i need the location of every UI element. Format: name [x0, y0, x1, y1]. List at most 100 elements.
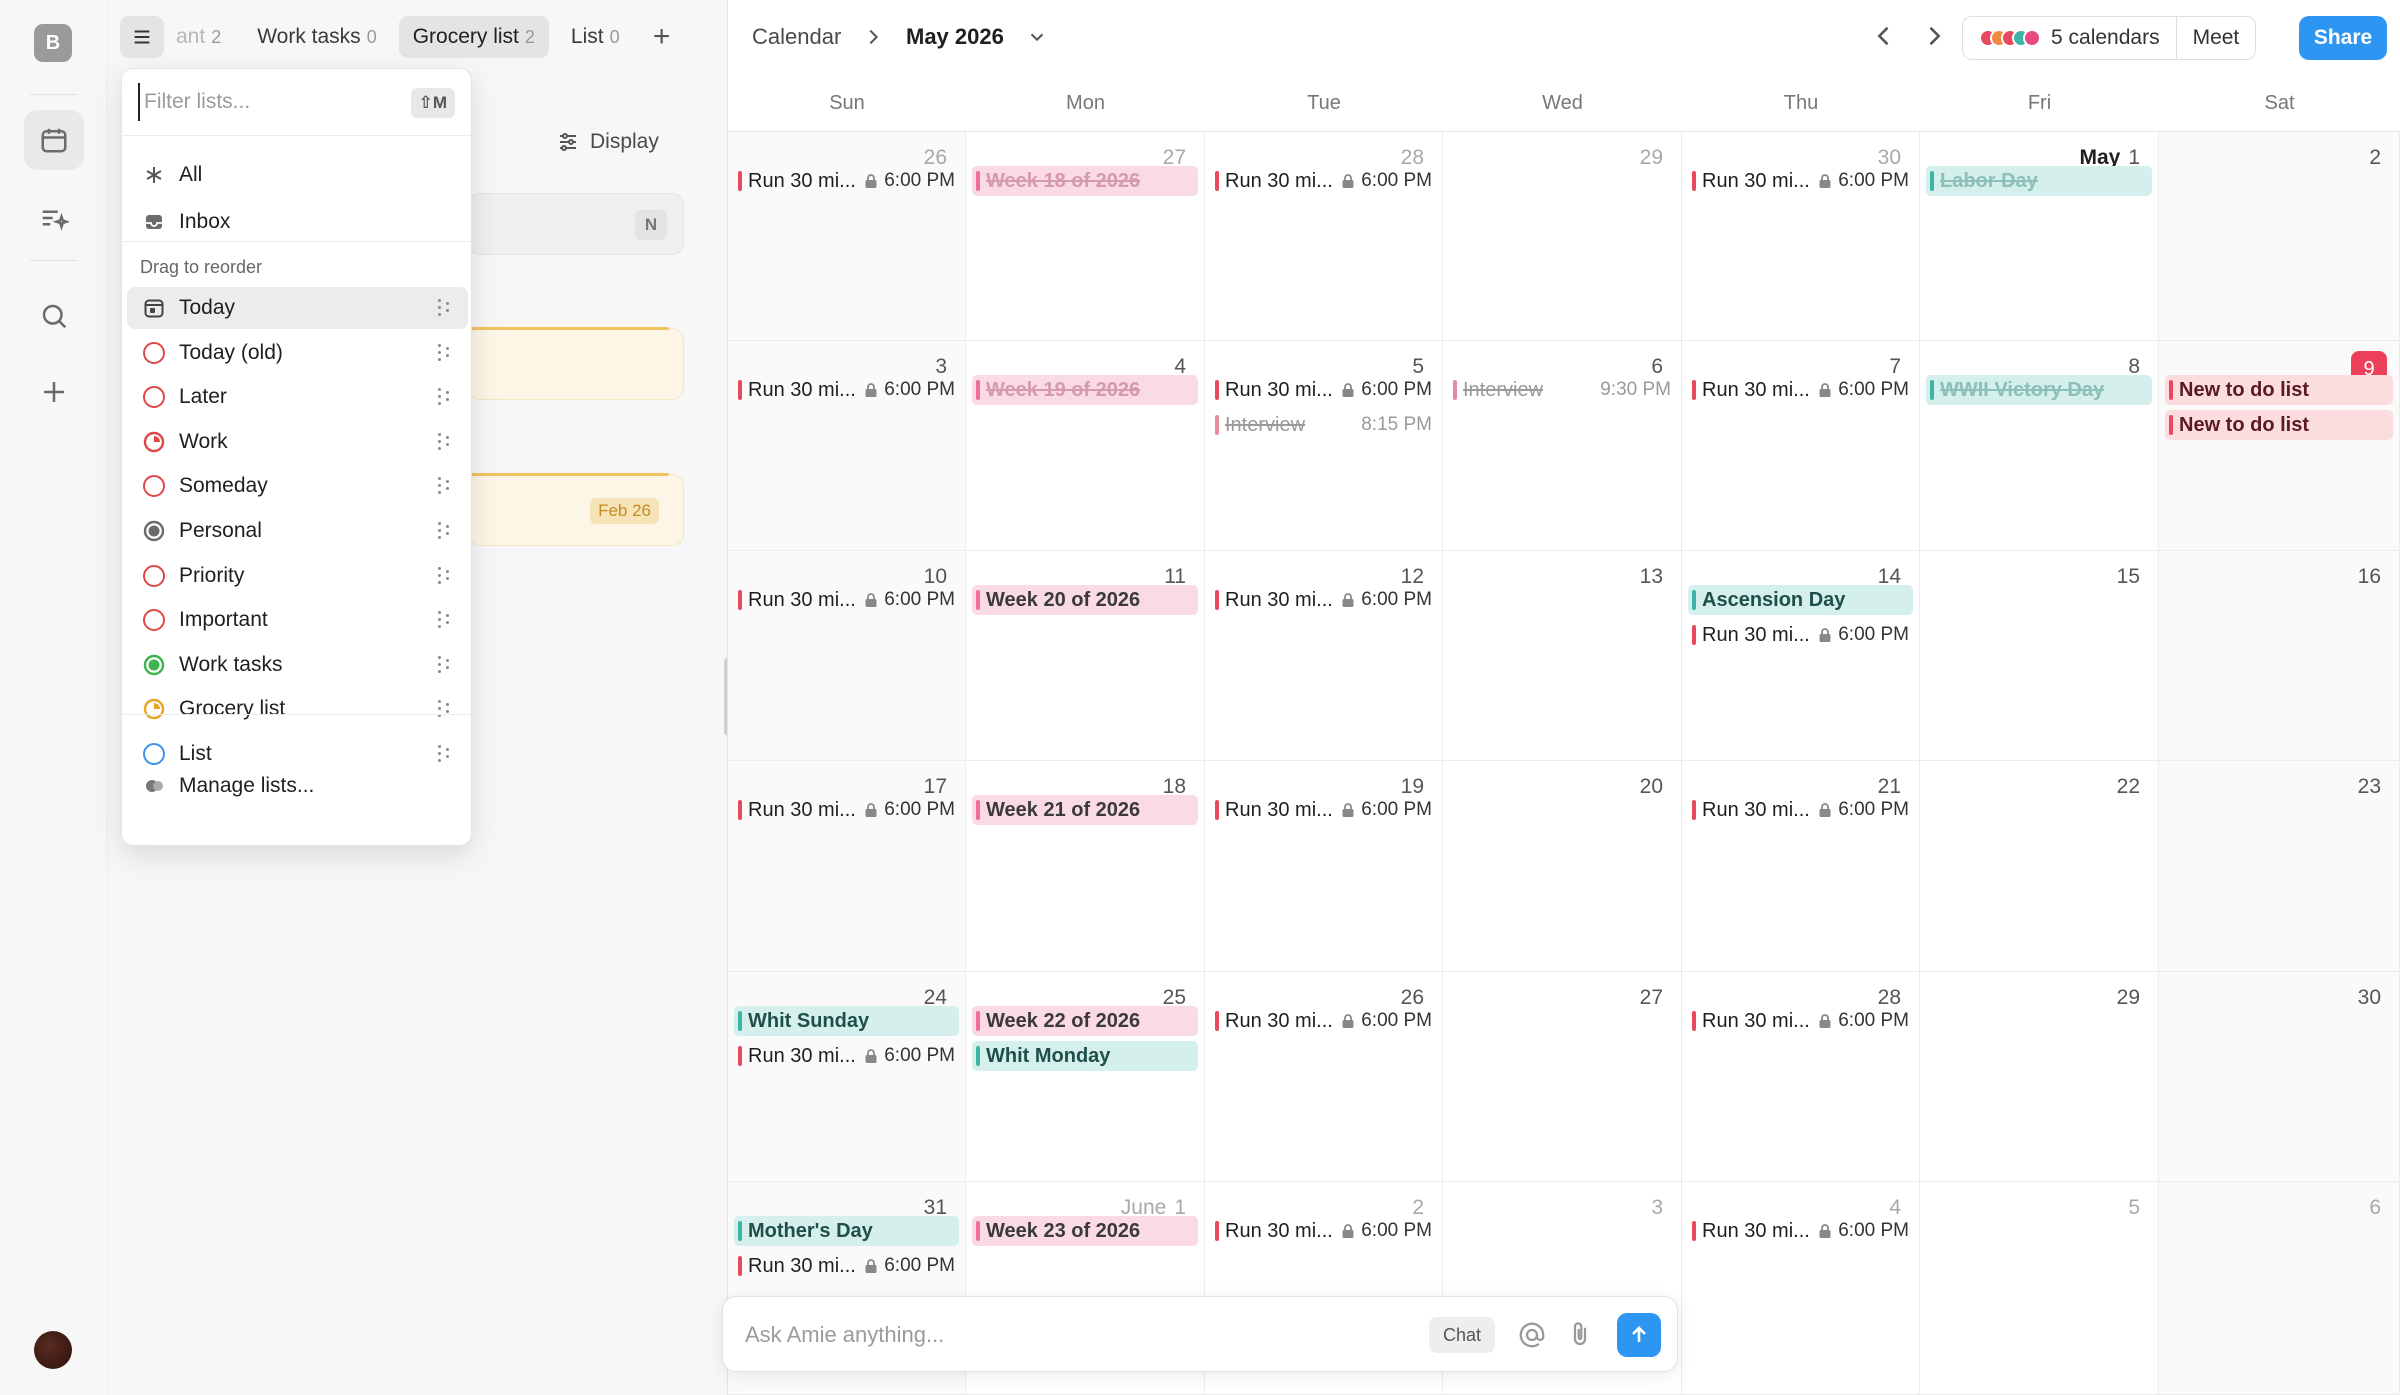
attachment-icon[interactable]: [1565, 1318, 1595, 1350]
calendar-event[interactable]: Week 18 of 2026: [972, 166, 1198, 196]
calendar-event[interactable]: Run 30 mi... 6:00 PM: [734, 166, 959, 196]
drag-handle-icon[interactable]: [438, 566, 452, 585]
share-button[interactable]: Share: [2299, 16, 2387, 60]
tab-grocery-list[interactable]: Grocery list 2: [398, 16, 549, 58]
dropdown-list-work[interactable]: Work: [127, 421, 468, 463]
day-cell[interactable]: 6: [2159, 1182, 2400, 1395]
day-cell[interactable]: 30: [2159, 972, 2400, 1182]
mention-icon[interactable]: [1517, 1320, 1547, 1350]
day-cell[interactable]: 4 Run 30 mi... 6:00 PM: [1682, 1182, 1920, 1395]
lists-menu-button[interactable]: [120, 16, 164, 58]
calendar-event[interactable]: Run 30 mi... 6:00 PM: [1688, 620, 1913, 650]
calendar-event[interactable]: Run 30 mi... 6:00 PM: [1688, 1216, 1913, 1246]
tab-list[interactable]: List 0: [557, 16, 634, 58]
day-cell[interactable]: 28 Run 30 mi... 6:00 PM: [1205, 132, 1443, 341]
day-cell[interactable]: 10 Run 30 mi... 6:00 PM: [728, 551, 966, 761]
day-cell[interactable]: 6 Interview 9:30 PM: [1443, 341, 1682, 551]
chevron-down-icon[interactable]: [1026, 26, 1048, 48]
day-cell[interactable]: 14 Ascension Day Run 30 mi... 6:00 PM: [1682, 551, 1920, 761]
day-cell[interactable]: 9 New to do list New to do list: [2159, 341, 2400, 551]
calendar-event[interactable]: Run 30 mi... 6:00 PM: [734, 795, 959, 825]
drag-handle-icon[interactable]: [438, 343, 452, 362]
day-cell[interactable]: 11 Week 20 of 2026: [966, 551, 1205, 761]
day-cell[interactable]: 5: [1920, 1182, 2159, 1395]
calendar-event[interactable]: Whit Monday: [972, 1041, 1198, 1071]
calendar-event[interactable]: Interview 8:15 PM: [1211, 410, 1436, 440]
dropdown-list-work-tasks[interactable]: Work tasks: [127, 644, 468, 686]
day-cell[interactable]: 13: [1443, 551, 1682, 761]
day-cell[interactable]: 20: [1443, 761, 1682, 972]
dropdown-list-priority[interactable]: Priority: [127, 555, 468, 597]
day-cell[interactable]: 3 Run 30 mi... 6:00 PM: [728, 341, 966, 551]
calendar-event[interactable]: Week 19 of 2026: [972, 375, 1198, 405]
dropdown-list-later[interactable]: Later: [127, 376, 468, 418]
task-card[interactable]: N: [468, 193, 684, 255]
send-button[interactable]: [1617, 1313, 1661, 1357]
drag-handle-icon[interactable]: [438, 655, 452, 674]
calendar-event[interactable]: Labor Day: [1926, 166, 2152, 196]
calendar-event[interactable]: Week 22 of 2026: [972, 1006, 1198, 1036]
day-cell[interactable]: 28 Run 30 mi... 6:00 PM: [1682, 972, 1920, 1182]
day-cell[interactable]: 21 Run 30 mi... 6:00 PM: [1682, 761, 1920, 972]
calendar-event[interactable]: New to do list: [2165, 375, 2393, 405]
dropdown-list-someday[interactable]: Someday: [127, 465, 468, 507]
day-cell[interactable]: 7 Run 30 mi... 6:00 PM: [1682, 341, 1920, 551]
month-title[interactable]: May 2026: [906, 24, 1004, 50]
calendar-event[interactable]: Whit Sunday: [734, 1006, 959, 1036]
day-cell[interactable]: 27 Week 18 of 2026: [966, 132, 1205, 341]
day-cell[interactable]: 29: [1443, 132, 1682, 341]
calendar-event[interactable]: Run 30 mi... 6:00 PM: [734, 1041, 959, 1071]
day-cell[interactable]: 16: [2159, 551, 2400, 761]
day-cell[interactable]: 27: [1443, 972, 1682, 1182]
day-cell[interactable]: 19 Run 30 mi... 6:00 PM: [1205, 761, 1443, 972]
day-cell[interactable]: 5 Run 30 mi... 6:00 PM Interview 8:15 PM: [1205, 341, 1443, 551]
calendar-event[interactable]: Week 23 of 2026: [972, 1216, 1198, 1246]
previous-month-button[interactable]: [1870, 22, 1898, 50]
day-cell[interactable]: 22: [1920, 761, 2159, 972]
calendar-event[interactable]: Run 30 mi... 6:00 PM: [1211, 795, 1436, 825]
tab-work-tasks[interactable]: Work tasks 0: [243, 16, 390, 58]
day-cell[interactable]: 30 Run 30 mi... 6:00 PM: [1682, 132, 1920, 341]
day-cell[interactable]: 2: [2159, 132, 2400, 341]
calendar-event[interactable]: Week 21 of 2026: [972, 795, 1198, 825]
calendar-event[interactable]: Run 30 mi... 6:00 PM: [1211, 585, 1436, 615]
day-cell[interactable]: 23: [2159, 761, 2400, 972]
workspace-badge[interactable]: B: [34, 24, 72, 62]
day-cell[interactable]: 26 Run 30 mi... 6:00 PM: [728, 132, 966, 341]
calendar-event[interactable]: Run 30 mi... 6:00 PM: [1211, 375, 1436, 405]
dropdown-list-today-old[interactable]: Today (old): [127, 332, 468, 374]
next-month-button[interactable]: [1920, 22, 1948, 50]
drag-handle-icon[interactable]: [438, 522, 452, 540]
calendar-event[interactable]: Ascension Day: [1688, 585, 1913, 615]
calendar-event[interactable]: Interview 9:30 PM: [1449, 375, 1675, 405]
dropdown-list-grocery-list[interactable]: Grocery list: [127, 688, 468, 730]
task-card[interactable]: Feb 26: [468, 473, 684, 546]
user-avatar[interactable]: [34, 1331, 72, 1369]
calendar-event[interactable]: Run 30 mi... 6:00 PM: [1211, 166, 1436, 196]
calendars-selector[interactable]: 5 calendars: [1963, 17, 2176, 59]
calendar-event[interactable]: New to do list: [2165, 410, 2393, 440]
drag-handle-icon[interactable]: [438, 388, 452, 406]
day-cell[interactable]: 15: [1920, 551, 2159, 761]
drag-handle-icon[interactable]: [438, 700, 452, 718]
day-cell[interactable]: 24 Whit Sunday Run 30 mi... 6:00 PM: [728, 972, 966, 1182]
rail-add-button[interactable]: [24, 362, 84, 422]
task-card[interactable]: [468, 327, 684, 400]
day-cell[interactable]: 4 Week 19 of 2026: [966, 341, 1205, 551]
dropdown-list-today[interactable]: Today: [127, 287, 468, 329]
rail-tasks-button[interactable]: [24, 188, 84, 248]
filter-lists-input[interactable]: [138, 83, 398, 121]
day-cell[interactable]: 18 Week 21 of 2026: [966, 761, 1205, 972]
rail-calendar-button[interactable]: [24, 110, 84, 170]
add-list-button[interactable]: +: [642, 16, 682, 58]
calendar-event[interactable]: Week 20 of 2026: [972, 585, 1198, 615]
calendar-event[interactable]: Run 30 mi... 6:00 PM: [734, 585, 959, 615]
drag-handle-icon[interactable]: [438, 432, 452, 451]
dropdown-list-personal[interactable]: Personal: [127, 510, 468, 552]
day-cell[interactable]: 25 Week 22 of 2026 Whit Monday: [966, 972, 1205, 1182]
calendar-event[interactable]: Run 30 mi... 6:00 PM: [734, 375, 959, 405]
dropdown-item-inbox[interactable]: Inbox: [127, 201, 468, 243]
calendar-event[interactable]: Run 30 mi... 6:00 PM: [1688, 166, 1913, 196]
chat-mode-button[interactable]: Chat: [1429, 1317, 1496, 1353]
calendar-event[interactable]: Run 30 mi... 6:00 PM: [734, 1251, 959, 1281]
